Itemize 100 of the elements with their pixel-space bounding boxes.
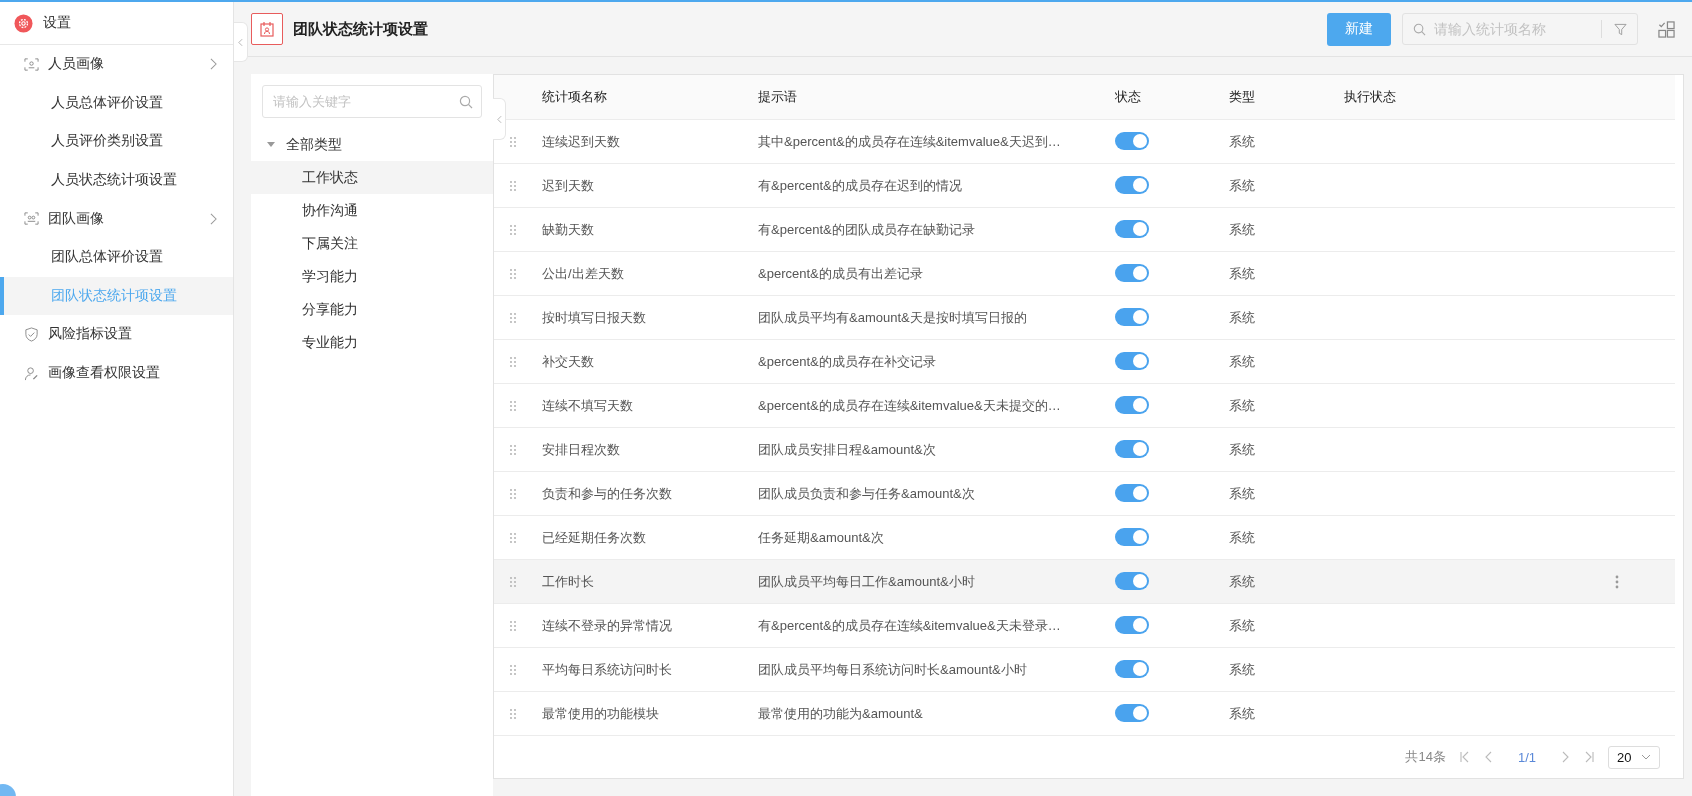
chevron-down-icon xyxy=(1641,754,1651,760)
table-row[interactable]: 负责和参与的任务次数 团队成员负责和参与任务&amount&次 系统 xyxy=(494,472,1675,516)
total-count: 共14条 xyxy=(1405,748,1446,766)
table-row[interactable]: 公出/出差天数 &percent&的成员有出差记录 系统 xyxy=(494,252,1675,296)
table-row[interactable]: 缺勤天数 有&percent&的团队成员存在缺勤记录 系统 xyxy=(494,208,1675,252)
last-page-icon[interactable] xyxy=(1584,751,1594,763)
table-cell-text: 任务延期&amount&次 xyxy=(758,528,885,547)
person-key-icon xyxy=(24,365,39,381)
tree-node[interactable]: 学习能力 xyxy=(251,260,493,293)
status-toggle[interactable] xyxy=(1115,484,1149,502)
table-cell-text: 平均每日系统访问时长 xyxy=(542,660,673,679)
status-toggle[interactable] xyxy=(1115,308,1149,326)
tree-node[interactable]: 分享能力 xyxy=(251,293,493,326)
drag-handle-icon[interactable] xyxy=(510,576,516,587)
table-cell-text: 连续不填写天数 xyxy=(542,396,634,415)
table-cell-text: 系统 xyxy=(1229,704,1256,723)
drag-handle-icon[interactable] xyxy=(510,444,516,455)
table-cell-text: 工作时长 xyxy=(542,572,595,591)
status-toggle[interactable] xyxy=(1115,528,1149,546)
page-indicator: 1/1 xyxy=(1517,749,1536,765)
more-icon[interactable] xyxy=(1615,574,1619,589)
layout-grid-icon[interactable] xyxy=(1658,20,1675,38)
table-cell-text: 团队成员负责和参与任务&amount&次 xyxy=(758,484,976,503)
table-cell-text: 系统 xyxy=(1229,220,1256,239)
table-cell-text: 连续不登录的异常情况 xyxy=(542,616,673,635)
collapse-tab[interactable] xyxy=(234,22,248,62)
first-page-icon[interactable] xyxy=(1459,751,1470,763)
table-cell-text: 系统 xyxy=(1229,352,1256,371)
nav-item[interactable]: 人员画像 xyxy=(0,45,233,84)
drag-handle-icon[interactable] xyxy=(510,180,516,191)
drag-handle-icon[interactable] xyxy=(510,356,516,367)
nav-item[interactable]: 人员评价类别设置 xyxy=(0,122,233,161)
table-cell-text: 系统 xyxy=(1229,440,1256,459)
drag-handle-icon[interactable] xyxy=(510,532,516,543)
status-toggle[interactable] xyxy=(1115,616,1149,634)
tree-node[interactable]: 协作沟通 xyxy=(251,194,493,227)
status-toggle[interactable] xyxy=(1115,660,1149,678)
tree-node[interactable]: 下属关注 xyxy=(251,227,493,260)
table-cell-text: 最常使用的功能模块 xyxy=(542,704,660,723)
drag-handle-icon[interactable] xyxy=(510,708,516,719)
next-page-icon[interactable] xyxy=(1560,751,1570,763)
table-cell-text: 迟到天数 xyxy=(542,176,595,195)
table-row[interactable]: 迟到天数 有&percent&的成员存在迟到的情况 系统 xyxy=(494,164,1675,208)
tree-node[interactable]: 专业能力 xyxy=(251,326,493,359)
table-cell-text: 团队成员安排日程&amount&次 xyxy=(758,440,937,459)
table-row[interactable]: 连续迟到天数 其中&percent&的成员存在连续&itemvalue&天迟到… 系统 xyxy=(494,120,1675,164)
collapse-tab[interactable] xyxy=(493,98,506,140)
status-toggle[interactable] xyxy=(1115,704,1149,722)
tree-node[interactable]: 全部类型 xyxy=(251,128,493,161)
drag-handle-icon[interactable] xyxy=(510,620,516,631)
table-row[interactable]: 连续不填写天数 &percent&的成员存在连续&itemvalue&天未提交的… 系统 xyxy=(494,384,1675,428)
table-row[interactable]: 平均每日系统访问时长 团队成员平均每日系统访问时长&amount&小时 系统 xyxy=(494,648,1675,692)
table-row[interactable]: 最常使用的功能模块 最常使用的功能为&amount& 系统 xyxy=(494,692,1675,736)
chevron-right-icon xyxy=(210,58,217,71)
nav-item[interactable]: 人员总体评价设置 xyxy=(0,83,233,123)
table-row[interactable]: 工作时长 团队成员平均每日工作&amount&小时 系统 xyxy=(494,560,1675,604)
drag-handle-icon[interactable] xyxy=(510,488,516,499)
table-row[interactable]: 按时填写日报天数 团队成员平均有&amount&天是按时填写日报的 系统 xyxy=(494,296,1675,340)
column-header: 提示语 xyxy=(758,88,798,106)
table-cell-text: 团队成员平均每日系统访问时长&amount&小时 xyxy=(758,660,1028,679)
table-cell-text: 其中&percent&的成员存在连续&itemvalue&天迟到… xyxy=(758,132,1062,151)
search-icon xyxy=(1413,22,1426,36)
status-toggle[interactable] xyxy=(1115,440,1149,458)
chevron-right-icon xyxy=(210,212,217,225)
drag-handle-icon[interactable] xyxy=(510,268,516,279)
table-cell-text: 补交天数 xyxy=(542,352,595,371)
tree-node[interactable]: 工作状态 xyxy=(251,161,493,194)
nav-item[interactable]: 人员状态统计项设置 xyxy=(0,160,233,200)
table-cell-text: 连续迟到天数 xyxy=(542,132,621,151)
nav-item[interactable]: 团队画像 xyxy=(0,199,233,238)
drag-handle-icon[interactable] xyxy=(510,136,516,147)
shield-check-icon xyxy=(24,326,39,342)
status-toggle[interactable] xyxy=(1115,176,1149,194)
page-size-select[interactable]: 20 xyxy=(1608,745,1660,769)
nav-item[interactable]: 风险指标设置 xyxy=(0,315,233,354)
status-toggle[interactable] xyxy=(1115,132,1149,150)
sidebar-title: 设置 xyxy=(43,14,71,32)
table-cell-text: 系统 xyxy=(1229,308,1256,327)
filter-icon[interactable] xyxy=(1614,22,1627,36)
drag-handle-icon[interactable] xyxy=(510,664,516,675)
status-toggle[interactable] xyxy=(1115,264,1149,282)
previous-page-icon[interactable] xyxy=(1483,751,1494,763)
table-cell-text: &percent&的成员有出差记录 xyxy=(758,264,924,283)
status-toggle[interactable] xyxy=(1115,220,1149,238)
table-cell-text: 安排日程次数 xyxy=(542,440,621,459)
table-row[interactable]: 安排日程次数 团队成员安排日程&amount&次 系统 xyxy=(494,428,1675,472)
status-toggle[interactable] xyxy=(1115,572,1149,590)
column-header: 执行状态 xyxy=(1344,88,1397,106)
drag-handle-icon[interactable] xyxy=(510,312,516,323)
drag-handle-icon[interactable] xyxy=(510,224,516,235)
drag-handle-icon[interactable] xyxy=(510,400,516,411)
nav-item[interactable]: 画像查看权限设置 xyxy=(0,353,233,393)
status-toggle[interactable] xyxy=(1115,352,1149,370)
column-header: 状态 xyxy=(1115,88,1142,106)
table-row[interactable]: 补交天数 &percent&的成员存在补交记录 系统 xyxy=(494,340,1675,384)
table-cell-text: 公出/出差天数 xyxy=(542,264,625,283)
table-row[interactable]: 连续不登录的异常情况 有&percent&的成员存在连续&itemvalue&天未登录… 系统 xyxy=(494,604,1675,648)
nav-item[interactable]: 团队总体评价设置 xyxy=(0,237,233,277)
table-cell-text: 系统 xyxy=(1229,176,1256,195)
status-toggle[interactable] xyxy=(1115,396,1149,414)
